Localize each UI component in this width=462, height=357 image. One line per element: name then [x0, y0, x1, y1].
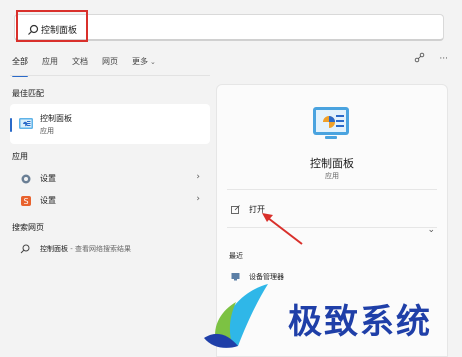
chevron-right-icon[interactable]: › — [196, 172, 200, 182]
web-search-query: 控制面板 — [40, 245, 68, 253]
tab-more[interactable]: 更多 ⌄ — [132, 56, 156, 72]
gear-icon — [21, 174, 31, 184]
tab-apps[interactable]: 应用 — [42, 56, 58, 72]
watermark-text: 极致系统 — [288, 302, 432, 342]
search-input[interactable] — [41, 22, 421, 36]
recent-heading: 最近 — [229, 252, 243, 260]
panel-title: 控制面板 — [310, 157, 354, 170]
best-match-item[interactable]: 控制面板 应用 — [10, 104, 210, 144]
settings-app-icon: S — [21, 196, 31, 206]
tab-documents[interactable]: 文档 — [72, 56, 88, 72]
top-right-icons: ··· — [414, 52, 448, 66]
control-panel-icon — [19, 118, 33, 129]
app-row-label: 设置 — [40, 196, 56, 205]
best-match-title: 控制面板 — [40, 114, 72, 123]
panel-subtitle: 应用 — [325, 172, 339, 180]
best-match-heading: 最佳匹配 — [12, 89, 44, 98]
selection-indicator — [10, 118, 12, 132]
app-row-label: 设置 — [40, 174, 56, 183]
app-row-settings-2[interactable]: S 设置 › — [10, 190, 210, 212]
web-search-suffix: - 查看网络搜索结果 — [68, 245, 131, 253]
chevron-right-icon[interactable]: › — [196, 194, 200, 204]
expand-chevron-icon[interactable]: ⌄ — [427, 225, 435, 235]
share-icon[interactable] — [414, 52, 425, 66]
tab-all[interactable]: 全部 — [12, 56, 28, 77]
panel-divider — [227, 189, 437, 190]
web-search-row[interactable]: 控制面板 - 查看网络搜索结果 — [10, 240, 210, 258]
search-area — [10, 10, 448, 42]
web-search-heading: 搜索网页 — [12, 223, 44, 232]
best-match-subtitle: 应用 — [40, 127, 54, 135]
filter-tabs: 全部 应用 文档 网页 更多 ⌄ — [12, 56, 170, 77]
app-row-settings-1[interactable]: 设置 › — [10, 168, 210, 190]
search-icon — [20, 244, 30, 254]
annotation-arrow-icon — [262, 213, 303, 245]
tab-divider — [10, 75, 210, 76]
watermark: 极致系统 — [198, 280, 462, 355]
tab-web[interactable]: 网页 — [102, 56, 118, 72]
search-highlight-box — [16, 10, 88, 42]
svg-text:S: S — [23, 197, 28, 206]
control-panel-large-icon — [313, 107, 349, 139]
more-options-icon[interactable]: ··· — [439, 54, 448, 64]
chevron-down-icon: ⌄ — [150, 58, 156, 66]
watermark-logo-icon — [204, 284, 268, 348]
open-external-icon — [231, 205, 240, 214]
web-search-label: 控制面板 - 查看网络搜索结果 — [40, 244, 131, 254]
apps-heading: 应用 — [12, 152, 28, 161]
tab-more-label: 更多 — [132, 57, 148, 66]
